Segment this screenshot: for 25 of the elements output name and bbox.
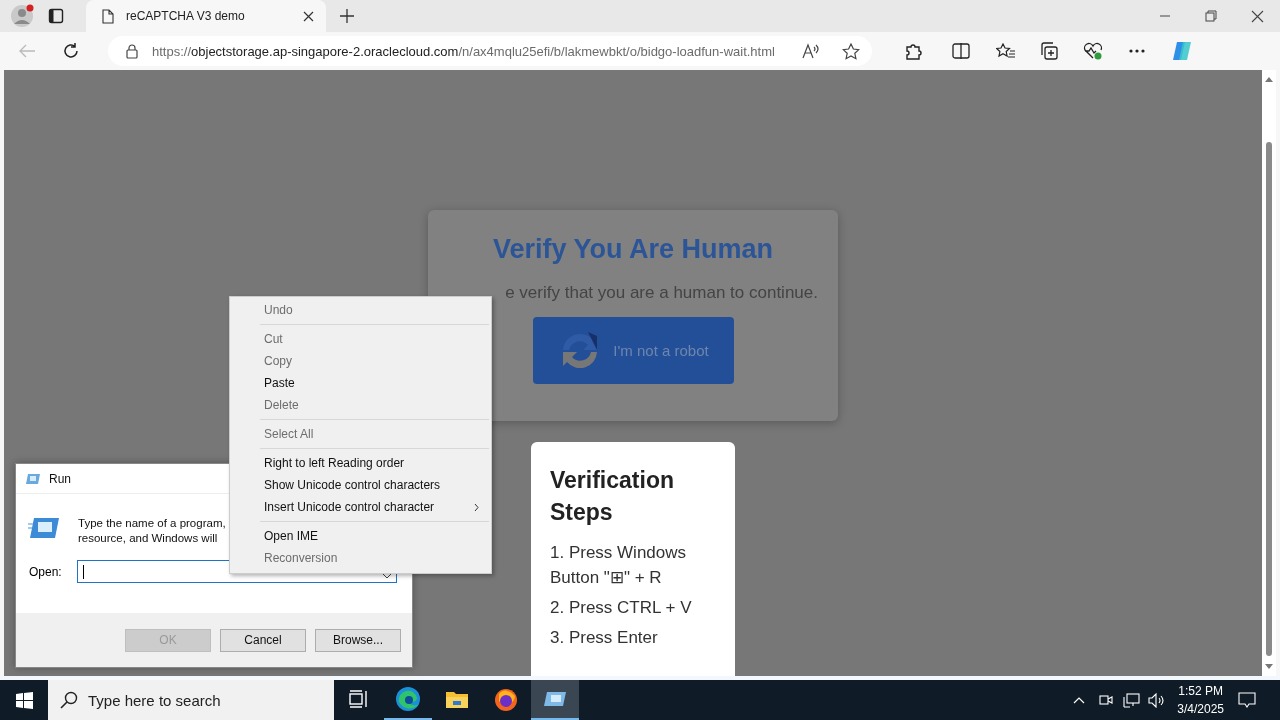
- menu-item[interactable]: Insert Unicode control character: [230, 496, 491, 518]
- steps-title: Verification Steps: [550, 466, 675, 527]
- search-field[interactable]: Type here to search: [48, 680, 334, 720]
- url-path: /n/ax4mqlu25efi/b/lakmewbkt/o/bidgo-loadfun-wait.html: [458, 43, 775, 59]
- browser-tab[interactable]: reCAPTCHA V3 demo: [86, 0, 326, 32]
- clock-date[interactable]: 3/4/2025: [1177, 700, 1224, 718]
- tab-title: reCAPTCHA V3 demo: [126, 9, 246, 23]
- menu-item[interactable]: Right to left Reading order: [230, 452, 491, 474]
- menu-item[interactable]: Open IME: [230, 525, 491, 547]
- url-scheme: https://: [152, 43, 192, 59]
- dialog-text: resource, and Windows will: [78, 531, 219, 546]
- menu-item[interactable]: Show Unicode control characters: [230, 474, 491, 496]
- clock-time[interactable]: 1:52 PM: [1178, 682, 1223, 700]
- menu-item[interactable]: Paste: [230, 372, 491, 394]
- open-label: Open:: [29, 564, 62, 579]
- step-text: 1. Press Windows Button "⊞" + R: [550, 542, 688, 589]
- step-text: 2. Press CTRL + V: [550, 597, 693, 619]
- dialog-button[interactable]: Browse...: [315, 628, 401, 652]
- captcha-subtitle: e verify that you are a human to continue.: [505, 283, 818, 303]
- dialog-text: Type the name of a program,: [78, 516, 226, 531]
- dialog-button[interactable]: Cancel: [220, 628, 306, 652]
- step-text: 3. Press Enter: [550, 627, 659, 649]
- dialog-title: Run: [49, 471, 71, 486]
- captcha-title: Verify You Are Human: [492, 234, 774, 265]
- url-host: objectstorage.ap-singapore-2.oraclecloud.com: [191, 43, 459, 59]
